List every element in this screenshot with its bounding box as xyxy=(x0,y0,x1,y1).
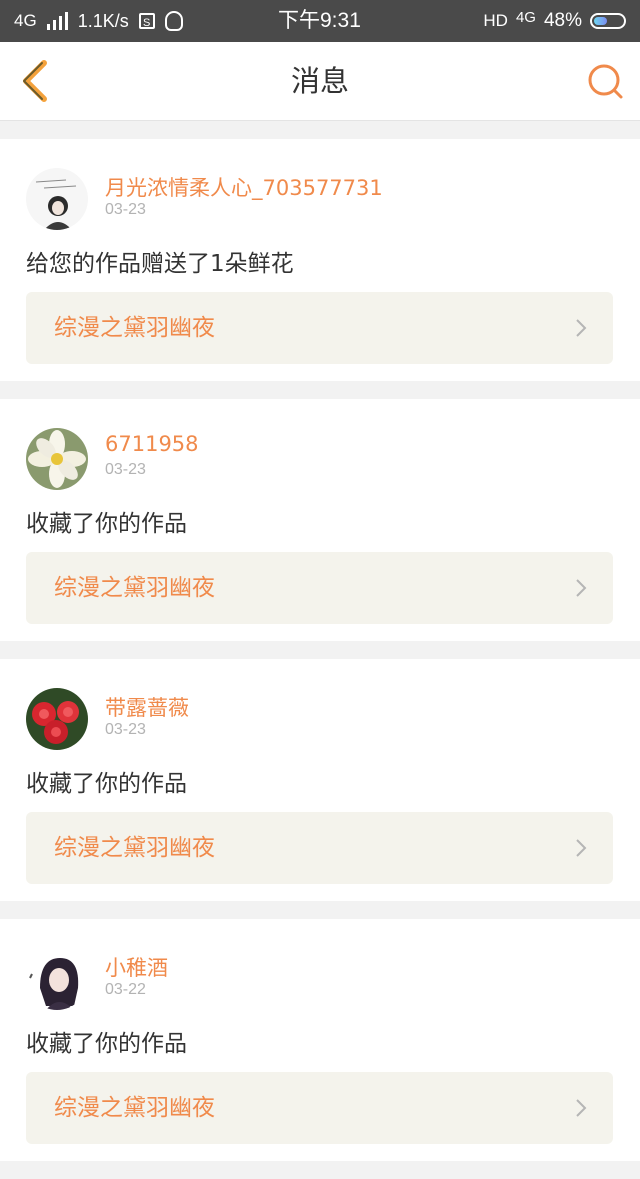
signal-icon xyxy=(46,12,68,30)
page-title: 消息 xyxy=(290,64,349,98)
battery-icon xyxy=(590,13,626,29)
message-text: 收藏了你的作品 xyxy=(26,771,187,797)
message-card: 月光浓情柔人心_703577731 03-23 给您的作品赠送了1朵鲜花 综漫之… xyxy=(0,139,640,381)
qq-icon xyxy=(164,11,183,31)
battery-percent: 48% xyxy=(543,10,582,31)
work-title: 综漫之黛羽幽夜 xyxy=(54,575,215,601)
message-list: 月光浓情柔人心_703577731 03-23 给您的作品赠送了1朵鲜花 综漫之… xyxy=(0,139,640,1179)
message-card: 6711958 03-23 收藏了你的作品 综漫之黛羽幽夜 xyxy=(0,399,640,641)
message-text: 收藏了你的作品 xyxy=(26,1031,187,1057)
status-bar: 4G 1.1K/s S 下午9:31 HD 4G 48% xyxy=(0,0,640,42)
username[interactable]: 小稚酒 xyxy=(105,952,168,982)
hd-label: HD xyxy=(483,11,508,30)
message-date: 03-23 xyxy=(105,461,146,478)
work-link[interactable]: 综漫之黛羽幽夜 xyxy=(26,552,613,624)
white-flower-avatar[interactable] xyxy=(26,428,88,490)
message-date: 03-23 xyxy=(105,201,146,218)
anime-girl-avatar[interactable] xyxy=(26,948,88,1010)
chevron-right-icon xyxy=(576,319,587,337)
network-label-right: 4G xyxy=(515,8,536,26)
work-title: 综漫之黛羽幽夜 xyxy=(54,315,215,341)
work-link[interactable]: 综漫之黛羽幽夜 xyxy=(26,1072,613,1144)
username[interactable]: 月光浓情柔人心_703577731 xyxy=(105,172,383,202)
status-time: 下午9:31 xyxy=(278,9,361,32)
work-link[interactable]: 综漫之黛羽幽夜 xyxy=(26,812,613,884)
chevron-right-icon xyxy=(576,1099,587,1117)
s-app-icon: S xyxy=(138,13,155,29)
network-speed: 1.1K/s xyxy=(77,10,129,31)
message-date: 03-23 xyxy=(105,721,146,738)
header-bar: 消息 xyxy=(0,42,640,121)
network-label: 4G xyxy=(14,11,37,30)
message-text: 收藏了你的作品 xyxy=(26,511,187,537)
red-roses-avatar[interactable] xyxy=(26,688,88,750)
work-title: 综漫之黛羽幽夜 xyxy=(54,835,215,861)
chevron-right-icon xyxy=(576,579,587,597)
username[interactable]: 6711958 xyxy=(105,432,199,456)
username[interactable]: 带露蔷薇 xyxy=(105,692,189,722)
chevron-right-icon xyxy=(576,839,587,857)
work-link[interactable]: 综漫之黛羽幽夜 xyxy=(26,292,613,364)
battery-level xyxy=(594,17,607,25)
message-date: 03-22 xyxy=(105,981,146,998)
search-icon[interactable] xyxy=(586,62,624,100)
message-card: 小稚酒 03-22 收藏了你的作品 综漫之黛羽幽夜 xyxy=(0,919,640,1161)
work-title: 综漫之黛羽幽夜 xyxy=(54,1095,215,1121)
message-text: 给您的作品赠送了1朵鲜花 xyxy=(26,251,294,277)
message-card: 带露蔷薇 03-23 收藏了你的作品 综漫之黛羽幽夜 xyxy=(0,659,640,901)
sketch-girl-avatar[interactable] xyxy=(26,168,88,230)
